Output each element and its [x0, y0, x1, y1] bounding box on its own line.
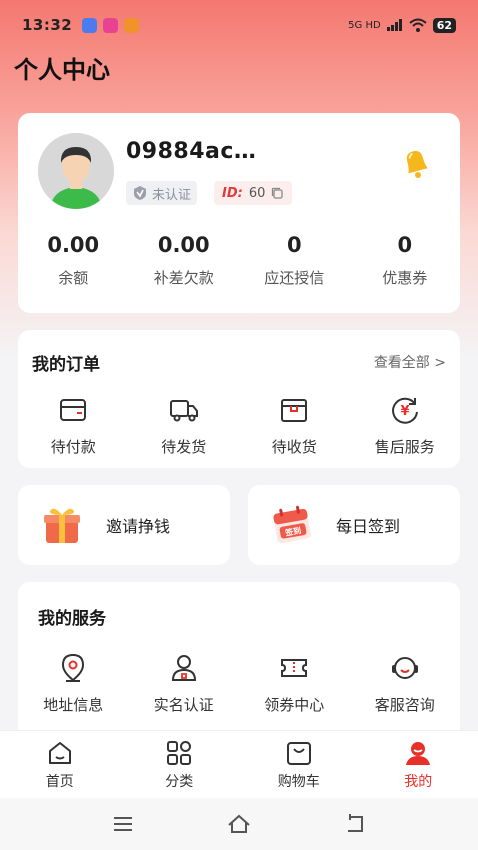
profile-card: 09884ac… 未认证 ID: 60 0.00 余额 0.00 补差欠款 0 应还授…: [18, 113, 460, 313]
stat-value: 0.00: [47, 233, 100, 257]
stat-value: 0.00: [157, 233, 210, 257]
order-pending-payment[interactable]: 待付款: [18, 394, 129, 457]
bottom-tab-bar: 首页 分类 购物车 我的: [0, 730, 478, 798]
order-label: 售后服务: [374, 438, 435, 456]
stat-coupons[interactable]: 0 优惠券: [350, 233, 461, 288]
tab-label: 首页: [45, 773, 74, 790]
bag-icon: [286, 741, 311, 765]
orders-title: 我的订单: [32, 355, 100, 375]
stat-label: 应还授信: [264, 269, 325, 287]
back-icon[interactable]: [342, 811, 368, 837]
yen-refresh-icon: ¥: [391, 397, 418, 424]
services-title: 我的服务: [38, 609, 106, 629]
tab-category[interactable]: 分类: [120, 731, 240, 798]
grid-icon: [167, 740, 192, 765]
invite-earn-card[interactable]: 邀请挣钱: [18, 485, 230, 565]
status-bar: 13:32 5G HD 62: [0, 0, 478, 50]
user-id-box: ID: 60: [214, 181, 293, 205]
stat-credit[interactable]: 0 应还授信: [239, 233, 350, 288]
svg-text:¥: ¥: [400, 404, 409, 419]
service-label: 地址信息: [43, 696, 104, 714]
view-all-orders-link[interactable]: 查看全部 >: [374, 352, 446, 372]
orders-card: 我的订单 查看全部 > 待付款 待发货 待收货 ¥ 售后服务: [18, 330, 460, 468]
avatar-person-icon: [38, 133, 114, 209]
battery-indicator: 62: [432, 17, 456, 33]
status-right: 5G HD 62: [348, 17, 456, 33]
verify-status: 未认证: [152, 187, 192, 203]
services-row: 地址信息 实名认证 领券中心 客服咨询: [18, 652, 460, 715]
calendar-icon: 签到: [273, 505, 311, 544]
system-nav-bar: [0, 798, 478, 850]
service-real-name[interactable]: 实名认证: [129, 652, 240, 715]
daily-checkin-label: 每日签到: [336, 517, 401, 536]
order-label: 待发货: [161, 438, 207, 456]
service-address[interactable]: 地址信息: [18, 652, 129, 715]
location-pin-icon: [62, 653, 85, 682]
network-label: 5G HD: [348, 19, 381, 31]
service-customer-support[interactable]: 客服咨询: [350, 652, 461, 715]
invite-earn-label: 邀请挣钱: [106, 517, 171, 536]
box-icon: [281, 399, 308, 422]
user-icon: [406, 741, 431, 765]
app-notification-icon: [103, 17, 119, 33]
verify-badge[interactable]: 未认证: [126, 181, 198, 205]
service-coupon-center[interactable]: 领券中心: [239, 652, 350, 715]
notification-icons: [82, 17, 140, 33]
tab-mine[interactable]: 我的: [359, 731, 478, 798]
avatar[interactable]: [38, 133, 114, 209]
home-nav-icon[interactable]: [226, 811, 252, 837]
order-label: 待收货: [271, 438, 317, 456]
order-after-sales[interactable]: ¥ 售后服务: [350, 394, 461, 457]
stat-label: 余额: [58, 269, 89, 287]
orders-row: 待付款 待发货 待收货 ¥ 售后服务: [18, 394, 460, 457]
stat-value: 0: [286, 233, 302, 257]
app-notification-icon: [82, 17, 98, 33]
stats-row: 0.00 余额 0.00 补差欠款 0 应还授信 0 优惠券: [18, 233, 460, 288]
bell-icon[interactable]: [398, 145, 434, 181]
truck-icon: [169, 400, 198, 422]
tab-label: 我的: [404, 773, 433, 790]
gift-icon: [44, 508, 80, 543]
service-label: 实名认证: [153, 696, 214, 714]
tab-label: 购物车: [277, 773, 320, 790]
username: 09884ac…: [126, 139, 257, 164]
stat-label: 补差欠款: [153, 269, 214, 287]
app-notification-icon: [124, 17, 140, 33]
daily-checkin-card[interactable]: 签到 每日签到: [248, 485, 460, 565]
coupon-icon: [281, 659, 308, 677]
id-label: ID:: [222, 185, 243, 201]
stat-balance[interactable]: 0.00 余额: [18, 233, 129, 288]
service-label: 客服咨询: [374, 696, 435, 714]
stat-label: 优惠券: [382, 269, 428, 287]
menu-icon[interactable]: [110, 811, 136, 837]
signal-icon: [386, 19, 402, 31]
tab-cart[interactable]: 购物车: [239, 731, 359, 798]
order-label: 待付款: [50, 438, 96, 456]
user-id-icon: [171, 655, 196, 681]
id-value: 60: [248, 185, 266, 201]
stat-arrears[interactable]: 0.00 补差欠款: [129, 233, 240, 288]
tab-label: 分类: [165, 773, 194, 790]
order-pending-receipt[interactable]: 待收货: [239, 394, 350, 457]
verified-shield-icon: [134, 186, 146, 200]
tab-home[interactable]: 首页: [0, 731, 120, 798]
headset-icon: [391, 657, 418, 679]
home-icon: [48, 741, 71, 764]
wallet-icon: [60, 399, 87, 421]
page-title: 个人中心: [14, 56, 110, 84]
status-time: 13:32: [22, 16, 73, 34]
stat-value: 0: [397, 233, 413, 257]
wifi-icon: [409, 18, 427, 32]
order-pending-shipment[interactable]: 待发货: [129, 394, 240, 457]
service-label: 领券中心: [264, 696, 325, 714]
copy-icon[interactable]: [271, 187, 284, 200]
